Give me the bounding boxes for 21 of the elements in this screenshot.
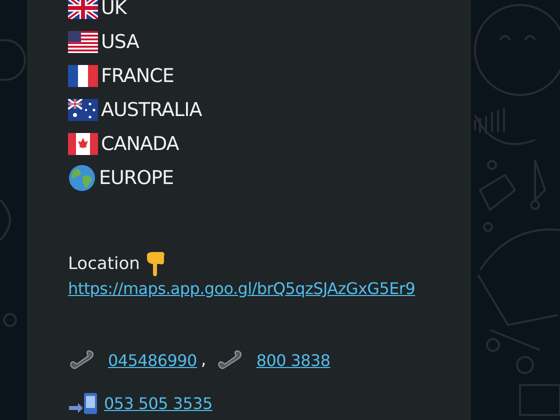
mobile-phone-icon: [68, 392, 100, 414]
phone-icon: [68, 350, 96, 370]
phone-link[interactable]: 800 3838: [256, 350, 330, 370]
australia-flag-icon: [68, 99, 98, 121]
canada-flag-icon: [68, 133, 98, 155]
phone-icon: [216, 350, 244, 370]
uk-flag-icon: [68, 0, 98, 19]
france-flag-icon: [68, 65, 98, 87]
country-name: FRANCE: [101, 65, 174, 87]
country-name: AUSTRALIA: [101, 99, 202, 121]
country-name: CANADA: [101, 133, 179, 155]
globe-icon: [68, 164, 96, 192]
phone-link[interactable]: 045486990: [108, 350, 197, 370]
country-name: USA: [101, 31, 139, 53]
country-name: UK: [101, 0, 126, 19]
map-link[interactable]: https://maps.app.goo.gl/brQ5qzSJAzGxG5Er9: [68, 279, 416, 298]
separator: ,: [200, 350, 206, 370]
mobile-link[interactable]: 053 505 3535: [104, 394, 212, 412]
location-label: Location: [68, 254, 140, 274]
country-name: EUROPE: [99, 167, 174, 189]
us-flag-icon: [68, 31, 98, 53]
